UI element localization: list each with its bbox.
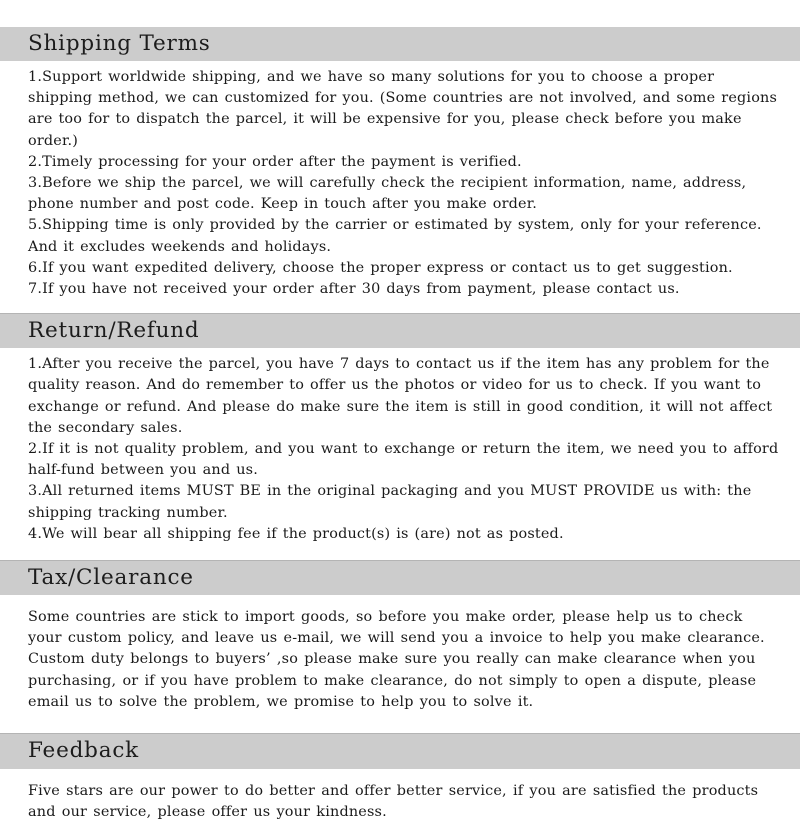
section-body-return-refund: 1.After you receive the parcel, you have… (0, 348, 800, 552)
section-title-tax-clearance: Tax/Clearance (28, 565, 194, 591)
policy-item: 1.After you receive the parcel, you have… (28, 356, 773, 436)
section-title-shipping-terms: Shipping Terms (28, 31, 211, 56)
policy-item: 2.If it is not quality problem, and you … (28, 441, 779, 479)
policy-item: 6.If you want expedited delivery, choose… (28, 259, 733, 276)
policy-document-page: Shipping Terms 1.Support worldwide shipp… (0, 27, 800, 831)
policy-item: 2.Timely processing for your order after… (28, 153, 522, 170)
section-title-feedback: Feedback (28, 738, 140, 764)
section-header-shipping-terms: Shipping Terms (0, 27, 800, 61)
policy-item: 5.Shipping time is only provided by the … (28, 217, 762, 255)
policy-paragraph: Some countries are stick to import goods… (28, 609, 765, 710)
section-feedback: Feedback Five stars are our power to do … (0, 733, 800, 831)
section-body-tax-clearance: Some countries are stick to import goods… (0, 595, 800, 724)
section-header-return-refund: Return/Refund (0, 314, 800, 349)
section-shipping-terms: Shipping Terms 1.Support worldwide shipp… (0, 27, 800, 305)
policy-item: 1.Support worldwide shipping, and we hav… (28, 69, 778, 149)
policy-item: 3.All returned items MUST BE in the orig… (28, 483, 752, 521)
section-body-shipping-terms: 1.Support worldwide shipping, and we hav… (0, 61, 800, 305)
section-title-return-refund: Return/Refund (28, 318, 200, 344)
policy-paragraph: Five stars are our power to do better an… (28, 783, 759, 821)
policy-item: 7.If you have not received your order af… (28, 281, 680, 298)
section-tax-clearance: Tax/Clearance Some countries are stick t… (0, 560, 800, 724)
policy-item: 4.We will bear all shipping fee if the p… (28, 525, 564, 542)
section-body-feedback: Five stars are our power to do better an… (0, 769, 800, 831)
section-header-feedback: Feedback (0, 734, 800, 770)
section-header-tax-clearance: Tax/Clearance (0, 561, 800, 596)
section-return-refund: Return/Refund 1.After you receive the pa… (0, 313, 800, 552)
policy-item: 3.Before we ship the parcel, we will car… (28, 175, 747, 213)
